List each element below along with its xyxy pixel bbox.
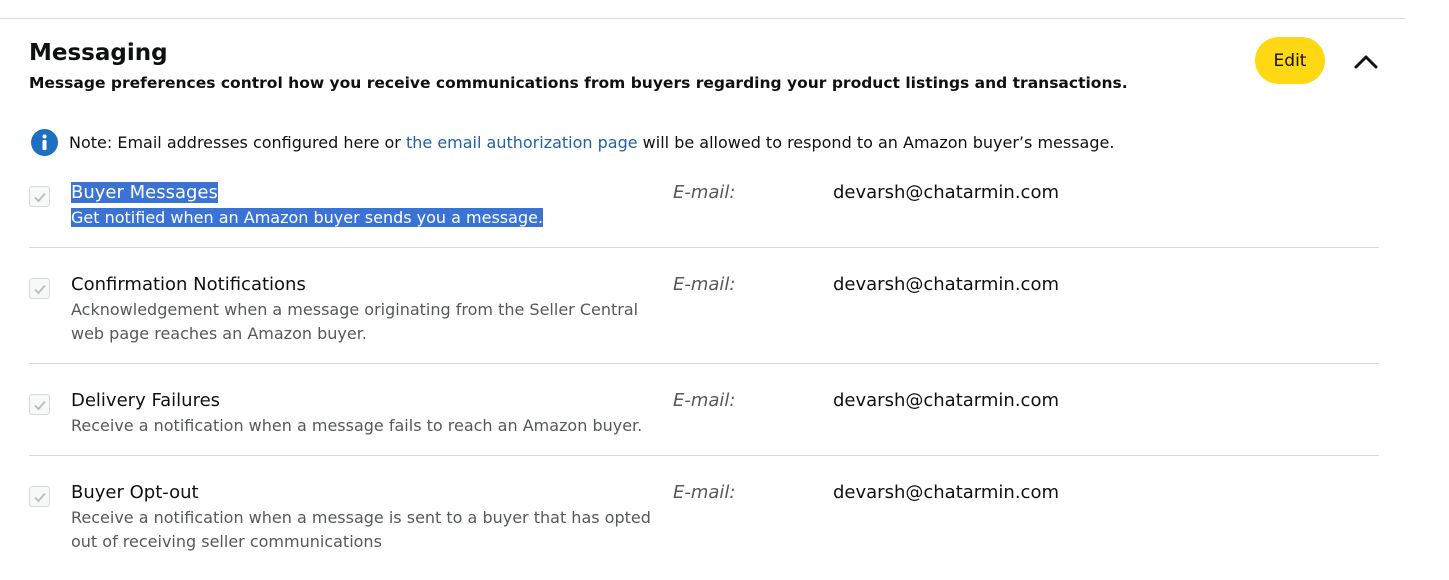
preference-title: Buyer Messages bbox=[71, 182, 218, 203]
email-authorization-link[interactable]: the email authorization page bbox=[406, 133, 638, 152]
checkbox-confirmation-notifications[interactable] bbox=[29, 278, 50, 299]
checkmark-icon bbox=[34, 284, 46, 295]
preference-title: Delivery Failures bbox=[71, 390, 221, 411]
preference-title: Confirmation Notifications bbox=[71, 274, 306, 295]
preference-description: Receive a notification when a message is… bbox=[71, 508, 651, 551]
section-title: Messaging bbox=[29, 40, 168, 66]
email-label: E-mail: bbox=[673, 274, 736, 295]
collapse-toggle[interactable] bbox=[1350, 46, 1382, 78]
note: Note: Email addresses configured here or… bbox=[31, 129, 1114, 156]
chevron-up-icon bbox=[1354, 55, 1378, 69]
email-label: E-mail: bbox=[673, 390, 736, 411]
checkbox-delivery-failures[interactable] bbox=[29, 394, 50, 415]
preference-title: Buyer Opt-out bbox=[71, 482, 199, 503]
note-prefix: Note: Email addresses configured here or bbox=[69, 133, 406, 152]
info-icon bbox=[31, 129, 58, 156]
row-divider bbox=[29, 455, 1379, 456]
email-label: E-mail: bbox=[673, 182, 736, 203]
email-value: devarsh@chatarmin.com bbox=[833, 274, 1059, 295]
preference-description: Get notified when an Amazon buyer sends … bbox=[71, 208, 544, 227]
email-label: E-mail: bbox=[673, 482, 736, 503]
note-suffix: will be allowed to respond to an Amazon … bbox=[637, 133, 1115, 152]
preference-description: Receive a notification when a message fa… bbox=[71, 416, 643, 435]
checkmark-icon bbox=[34, 192, 46, 203]
row-divider bbox=[29, 363, 1379, 364]
checkbox-buyer-messages[interactable] bbox=[29, 186, 50, 207]
preference-description: Acknowledgement when a message originati… bbox=[71, 300, 639, 343]
email-value: devarsh@chatarmin.com bbox=[833, 482, 1059, 503]
checkmark-icon bbox=[34, 492, 46, 503]
row-divider bbox=[29, 247, 1379, 248]
edit-button[interactable]: Edit bbox=[1255, 37, 1325, 84]
note-text: Note: Email addresses configured here or… bbox=[69, 133, 1114, 152]
email-value: devarsh@chatarmin.com bbox=[833, 182, 1059, 203]
checkmark-icon bbox=[34, 400, 46, 411]
section-subtitle: Message preferences control how you rece… bbox=[29, 74, 1128, 92]
email-value: devarsh@chatarmin.com bbox=[833, 390, 1059, 411]
checkbox-buyer-opt-out[interactable] bbox=[29, 486, 50, 507]
top-divider bbox=[0, 18, 1405, 19]
